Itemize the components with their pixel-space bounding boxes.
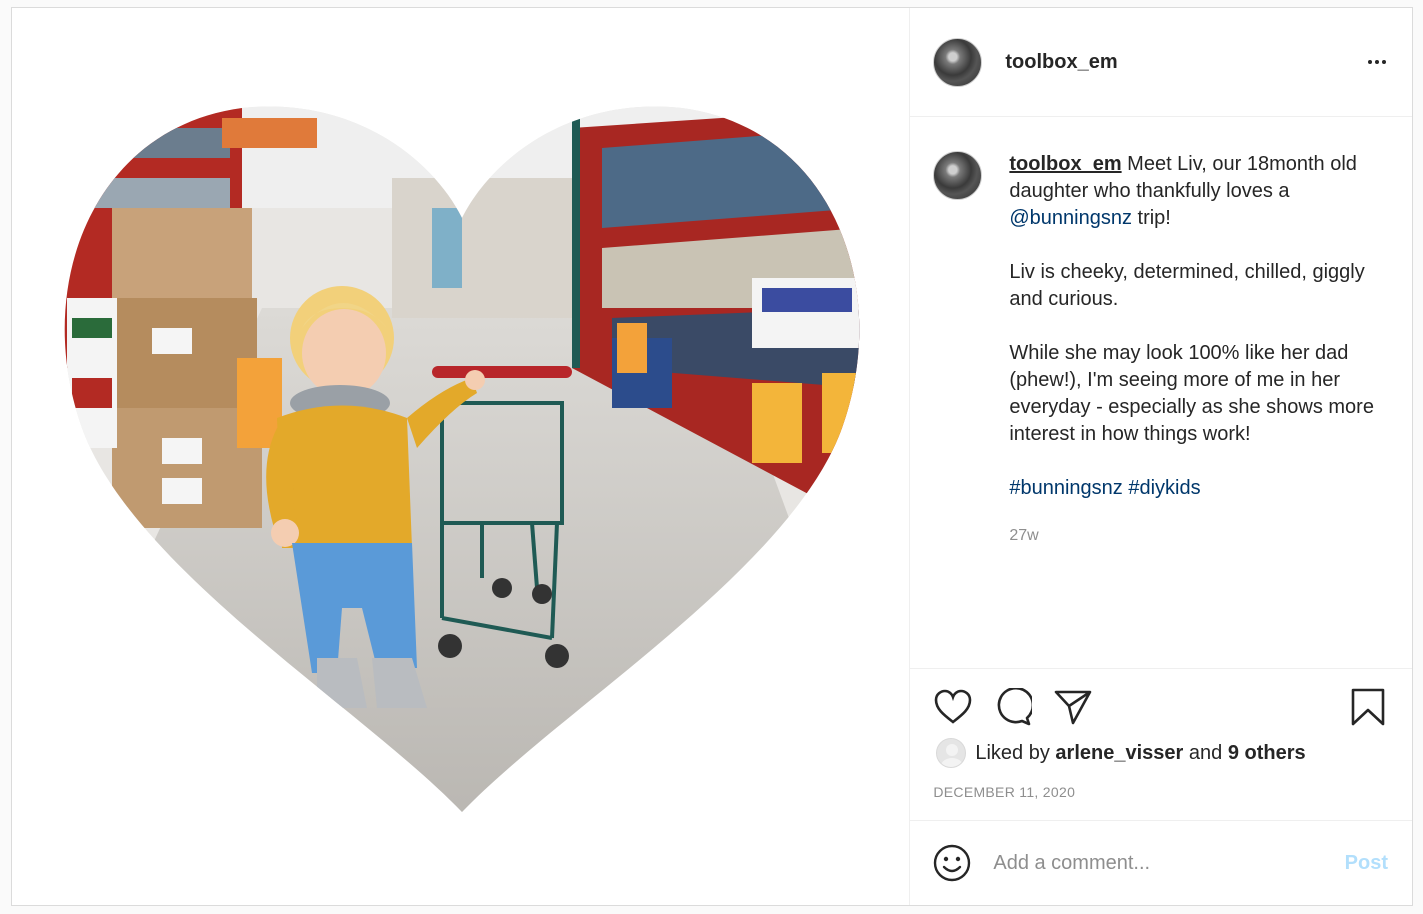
more-horizontal-icon[interactable] [1366,54,1388,70]
smiley-icon[interactable] [933,844,971,882]
bookmark-icon[interactable] [1348,687,1388,727]
likes-middle: and [1188,741,1223,764]
caption-paragraph-1: toolbox_em Meet Liv, our 18month old dau… [1009,151,1388,232]
author-username[interactable]: toolbox_em [1005,51,1366,74]
heart-photo [64,106,860,813]
time-ago[interactable]: 27w [1009,522,1388,549]
likes-line: Liked by arlene_visser and 9 others [933,738,1388,768]
caption-hashtags: #bunningsnz #diykids [1009,475,1388,502]
caption-paragraph-3: While she may look 100% like her dad (ph… [1009,342,1374,445]
likes-prefix: Liked by [975,741,1050,764]
author-avatar[interactable] [933,37,983,87]
action-bar [933,687,1388,727]
comment-bar: Post [910,820,1412,905]
comment-input[interactable] [993,851,1345,875]
post-date[interactable]: DECEMBER 11, 2020 [933,784,1388,800]
caption-username[interactable]: toolbox_em [1009,153,1121,175]
caption-text-1-end: trip! [1131,207,1171,229]
likes-others[interactable]: 9 others [1228,742,1306,765]
hashtag-link[interactable]: #bunningsnz [1009,477,1122,499]
actions-section: Liked by arlene_visser and 9 others DECE… [910,668,1412,820]
post-image[interactable] [12,8,910,905]
hashtag-link[interactable]: #diykids [1128,477,1200,499]
post-header: toolbox_em [910,8,1412,117]
post-comment-button[interactable]: Post [1345,852,1388,875]
heart-icon[interactable] [933,687,973,727]
caption-body: toolbox_em Meet Liv, our 18month old dau… [1009,151,1388,668]
comment-icon[interactable] [993,687,1033,727]
post-sidebar: toolbox_em toolbox_em Meet Liv, our 18mo… [909,8,1412,905]
caption-section: toolbox_em Meet Liv, our 18month old dau… [910,117,1412,668]
caption-avatar[interactable] [933,151,983,200]
post-card: toolbox_em toolbox_em Meet Liv, our 18mo… [11,7,1413,906]
paper-plane-icon[interactable] [1053,687,1093,727]
liker-username[interactable]: arlene_visser [1055,742,1183,765]
caption-paragraph-2: Liv is cheeky, determined, chilled, gigg… [1009,261,1365,310]
mention-link[interactable]: @bunningsnz [1009,207,1132,229]
liker-avatar[interactable] [936,738,967,768]
